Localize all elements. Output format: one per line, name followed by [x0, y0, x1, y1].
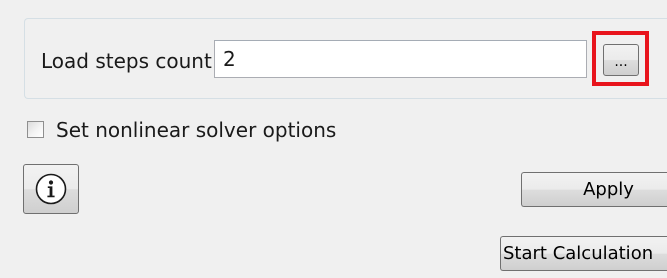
load-steps-browse-button[interactable]: ... — [603, 44, 639, 76]
nonlinear-solver-checkbox[interactable] — [27, 121, 44, 138]
apply-button[interactable]: Apply — [521, 172, 667, 207]
info-circle-icon — [35, 173, 67, 205]
info-button[interactable] — [23, 164, 79, 214]
load-steps-count-input[interactable] — [214, 40, 587, 78]
nonlinear-solver-label: Set nonlinear solver options — [56, 118, 337, 142]
start-calculation-button[interactable]: Start Calculation — [500, 236, 667, 271]
load-steps-label: Load steps count — [41, 49, 212, 73]
